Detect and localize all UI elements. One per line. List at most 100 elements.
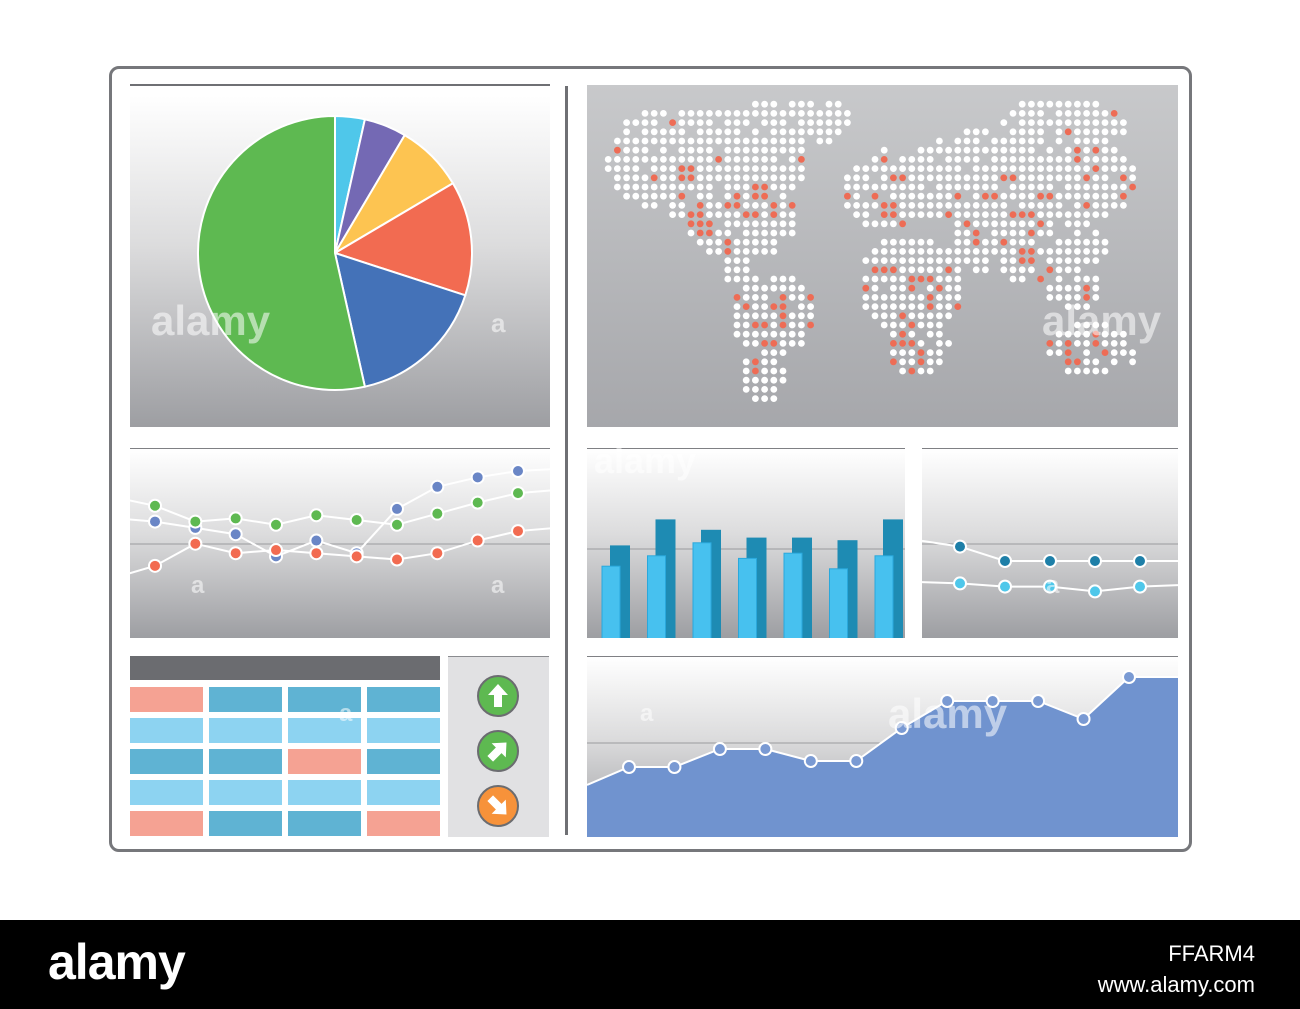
map-dot [890, 174, 897, 182]
map-dot [825, 100, 833, 108]
map-dot [917, 340, 925, 347]
map-dot [899, 220, 906, 228]
map-dot [687, 174, 695, 182]
map-dot [963, 229, 971, 237]
map-dot [1074, 128, 1081, 136]
map-dot [770, 174, 778, 182]
map-dot [1046, 119, 1054, 126]
map-dot [972, 220, 980, 228]
map-dot [972, 156, 980, 163]
map-dot [788, 128, 796, 136]
map-dot [844, 183, 851, 191]
map-dot [880, 303, 888, 310]
map-dot [954, 275, 962, 283]
map-dot [1046, 183, 1054, 191]
map-dot [752, 312, 759, 320]
data-point [1031, 694, 1046, 708]
data-point [511, 524, 525, 539]
map-dot [936, 340, 943, 347]
map-dot [908, 183, 916, 191]
map-dot [1000, 156, 1008, 163]
map-dot [871, 156, 879, 163]
data-point [269, 543, 283, 558]
map-dot [1092, 321, 1100, 329]
map-dot [844, 110, 851, 117]
map-dot [779, 340, 787, 347]
map-dot [926, 146, 934, 154]
map-dot [1101, 367, 1109, 375]
map-dot [779, 349, 787, 356]
map-dot [926, 192, 934, 200]
map-dot [1101, 330, 1109, 338]
map-dot [945, 266, 952, 274]
map-dot [641, 202, 649, 209]
map-dot [899, 156, 906, 163]
map-dot [1064, 128, 1072, 136]
map-dot [972, 192, 980, 200]
map-dot [770, 386, 778, 393]
map-dot [761, 358, 768, 366]
map-dot [880, 165, 888, 172]
map-dot [632, 165, 640, 172]
map-dot [788, 312, 796, 320]
map-dot [1129, 174, 1136, 182]
map-dot [1064, 248, 1072, 255]
map-dot [669, 174, 676, 182]
map-dot [1074, 156, 1081, 163]
map-dot [908, 165, 916, 172]
map-dot [945, 340, 952, 347]
arrow-up-icon [488, 684, 508, 707]
map-dot [696, 229, 704, 237]
data-point [894, 721, 909, 735]
map-dot [917, 321, 925, 329]
map-dot [733, 321, 741, 329]
map-dot [742, 284, 750, 292]
map-dot [1101, 165, 1109, 172]
map-dot [991, 183, 998, 191]
arrow-up-button[interactable] [477, 675, 519, 717]
map-dot [853, 202, 860, 209]
map-dot [963, 174, 971, 182]
map-dot [798, 128, 805, 136]
map-dot [1055, 257, 1063, 264]
map-dot [908, 174, 916, 182]
map-dot [1009, 174, 1017, 182]
map-dot [752, 100, 759, 108]
map-dot [761, 174, 768, 182]
map-dot [936, 330, 943, 338]
map-dot [1129, 358, 1136, 366]
pie-chart-panel [130, 96, 550, 427]
map-dot [660, 128, 667, 136]
map-dot [825, 119, 833, 126]
data-point [1088, 554, 1102, 568]
map-dot [899, 192, 906, 200]
map-dot [1046, 100, 1054, 108]
map-dot [770, 275, 778, 283]
map-dot [1055, 266, 1063, 274]
map-dot [917, 248, 925, 255]
map-dot [936, 321, 943, 329]
map-dot [871, 220, 879, 228]
map-dot [761, 220, 768, 228]
arrow-up-right-button[interactable] [477, 730, 519, 772]
series-line [130, 527, 550, 575]
map-dot [696, 192, 704, 200]
map-dot [1000, 248, 1008, 255]
map-dot [1092, 128, 1100, 136]
table-cell [288, 749, 361, 774]
map-dot [1083, 238, 1090, 246]
map-dot [1074, 238, 1081, 246]
map-dot [779, 321, 787, 329]
map-dot [761, 395, 768, 402]
map-dot [816, 137, 824, 145]
map-dot [641, 192, 649, 200]
map-dot [770, 202, 778, 209]
map-dot [917, 174, 925, 182]
map-dot [871, 183, 879, 191]
arrow-down-right-button[interactable] [477, 785, 519, 827]
map-dot [706, 156, 713, 163]
map-dot [1046, 174, 1054, 182]
map-dot [936, 183, 943, 191]
map-dot [660, 146, 667, 154]
map-dot [1000, 192, 1008, 200]
